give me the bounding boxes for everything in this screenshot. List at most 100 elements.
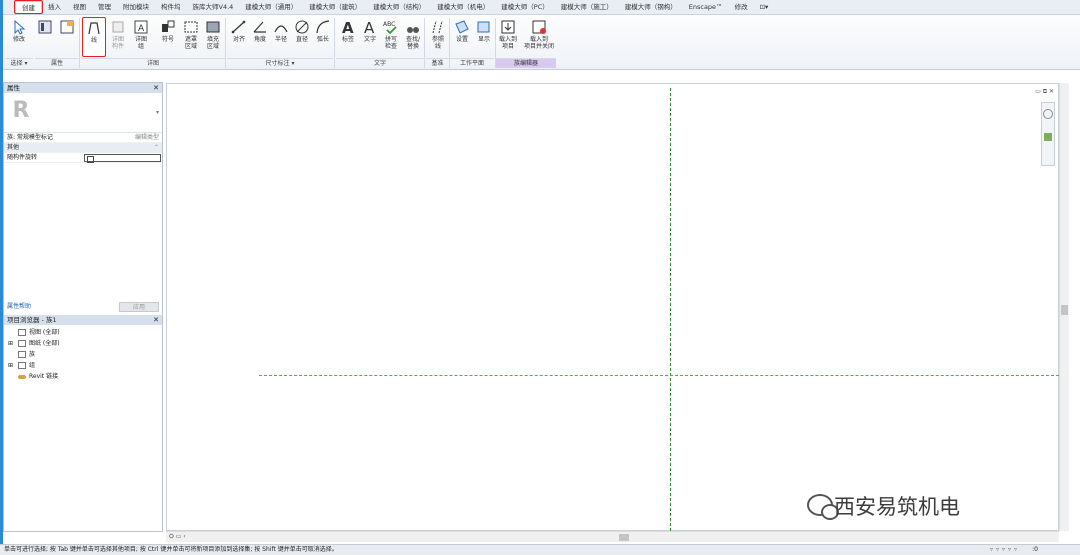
reference-line-label: 参照 线 [431, 36, 444, 50]
aligned-dimension-icon [231, 20, 246, 34]
diameter-icon [295, 20, 309, 34]
apply-button[interactable]: 应用 [119, 302, 159, 312]
tree-label: 组 [29, 362, 36, 369]
tree-label: 族 [29, 351, 36, 358]
tab-modeling-architecture[interactable]: 建模大师（建筑） [303, 1, 367, 14]
set-label: 设置 [455, 36, 468, 43]
tab-modeling-pc[interactable]: 建模大师（PC） [495, 1, 554, 14]
close-icon[interactable]: ✕ [153, 83, 159, 93]
angular-label: 角度 [253, 36, 266, 43]
load-into-project-close-button[interactable]: 载入到 项目并关闭 [522, 17, 556, 57]
panel-dimension[interactable]: 尺寸标注 ▾ [227, 58, 333, 68]
navigation-bar[interactable] [1041, 102, 1055, 166]
properties-header: 属性 ✕ [4, 83, 162, 93]
tree-item-groups[interactable]: ⊞ 组 [4, 360, 162, 371]
tab-modeling-mep[interactable]: 建模大师（机电） [431, 1, 495, 14]
line-button[interactable]: 线 [82, 17, 106, 57]
separator [334, 18, 335, 68]
panel-family-editor: 族编辑器 [496, 58, 556, 68]
spellcheck-icon: ABC [383, 21, 397, 35]
tab-view[interactable]: 视图 [67, 1, 92, 14]
masking-region-label: 遮罩 区域 [184, 36, 197, 50]
reference-line-button[interactable]: 参照 线 [426, 17, 450, 57]
properties-help-link[interactable]: 属性帮助 [7, 303, 31, 310]
masking-region-button[interactable]: 遮罩 区域 [179, 17, 203, 57]
selection-filter-icons[interactable]: ▿▿▿▿▿ [990, 545, 1020, 555]
tab-component-dock[interactable]: 构件坞 [155, 1, 187, 14]
zoom-icon[interactable] [1044, 133, 1052, 141]
tab-enscape[interactable]: Enscape™ [683, 1, 729, 14]
tab-family-library[interactable]: 族库大师V4.4 [187, 1, 240, 14]
tab-create[interactable]: 创建 [14, 0, 43, 14]
reference-plane-horizontal[interactable] [259, 375, 1059, 376]
radial-label: 半径 [274, 36, 287, 43]
horizontal-scrollbar[interactable]: ⛭ ▭ ‹ [166, 531, 1059, 542]
separator [79, 18, 80, 68]
tree-item-views[interactable]: 视图 (全部) [4, 327, 162, 338]
arc-length-dimension-button[interactable]: 弧长 [311, 17, 335, 57]
properties-button[interactable] [35, 17, 55, 57]
tab-modeling-structure[interactable]: 建模大师（结构） [367, 1, 431, 14]
tab-insert[interactable]: 插入 [42, 1, 67, 14]
detail-group-button[interactable]: A 详图 组 [129, 17, 153, 57]
load-into-project-button[interactable]: 载入到 项目 [496, 17, 520, 57]
svg-text:A: A [342, 19, 354, 35]
expander[interactable]: ⊞ [8, 338, 13, 349]
close-icon[interactable]: ✕ [153, 315, 159, 325]
expander[interactable]: ⊞ [8, 360, 13, 371]
tab-modeling-construction[interactable]: 建模大师（施工） [555, 1, 619, 14]
arc-length-label: 弧长 [316, 36, 329, 43]
separator [424, 18, 425, 68]
text-a-icon: A [364, 19, 375, 35]
type-properties-button[interactable] [57, 17, 77, 57]
spelling-button[interactable]: ABC 拼写 检查 [379, 17, 403, 57]
tree-item-revit-links[interactable]: Revit 链接 [4, 371, 162, 382]
symbol-button[interactable]: 符号 [156, 17, 180, 57]
radius-icon [274, 25, 288, 33]
filled-region-icon [206, 21, 220, 33]
tab-options[interactable]: ⊡▾ [754, 1, 775, 14]
scroll-thumb[interactable] [1061, 305, 1068, 315]
tab-modeling-steel[interactable]: 建模大师（钢构） [619, 1, 683, 14]
view-window-controls[interactable]: ▭ ⧉ ✕ [1035, 88, 1054, 96]
grid-plane-icon [455, 20, 469, 34]
svg-text:ABC: ABC [383, 21, 395, 28]
detail-component-button[interactable]: 详图 构件 [106, 17, 130, 57]
modify-button[interactable]: 修改 [7, 17, 31, 57]
view-control-icons[interactable]: ⛭ ▭ ‹ [169, 533, 186, 541]
edit-type-button[interactable]: 编辑类型 [135, 133, 159, 143]
reference-line-icon [432, 20, 443, 34]
tree-item-sheets[interactable]: ⊞ 图纸 (全部) [4, 338, 162, 349]
label-button[interactable]: A 标签 [336, 17, 360, 57]
rotate-checkbox[interactable] [84, 154, 161, 163]
panel-select[interactable]: 选择 ▾ [5, 58, 33, 68]
drawing-canvas[interactable]: ▭ ⧉ ✕ 西安易筑机电 [166, 83, 1059, 531]
reference-plane-vertical[interactable] [670, 88, 671, 531]
scroll-thumb[interactable] [619, 534, 629, 541]
show-workplane-button[interactable]: 显示 [472, 17, 496, 57]
tree-item-families[interactable]: 族 [4, 349, 162, 360]
detail-component-icon [112, 21, 124, 33]
link-icon [18, 374, 26, 379]
tab-modify[interactable]: 修改 [729, 1, 754, 14]
type-selector[interactable]: R ▾ [4, 93, 162, 133]
section-other[interactable]: 其他 ⌃ [4, 143, 162, 153]
tab-modeling-general[interactable]: 建模大师（通用） [239, 1, 303, 14]
steering-wheel-icon[interactable] [1043, 109, 1053, 119]
filled-region-button[interactable]: 填充 区域 [201, 17, 225, 57]
load-close-label: 载入到 项目并关闭 [523, 36, 554, 50]
sheets-icon [18, 340, 26, 347]
vertical-scrollbar[interactable] [1059, 83, 1069, 531]
show-plane-icon [477, 21, 490, 33]
collapse-icon[interactable]: ⌃ [154, 143, 159, 153]
tab-addins[interactable]: 附加模块 [117, 1, 155, 14]
find-replace-button[interactable]: 查找/ 替换 [401, 17, 425, 57]
tab-manage[interactable]: 管理 [92, 1, 117, 14]
ribbon: 修改 线 详图 构件 A 详图 组 符号 遮罩 区域 填充 区域 对齐 角度 半… [3, 15, 1080, 70]
project-browser-tree: 视图 (全部) ⊞ 图纸 (全部) 族 ⊞ 组 Revit 链接 [4, 327, 162, 382]
aligned-label: 对齐 [232, 36, 245, 43]
set-workplane-button[interactable]: 设置 [450, 17, 474, 57]
family-type-row[interactable]: 族: 常规模型标记 编辑类型 [4, 133, 162, 143]
label-a-icon: A [342, 19, 354, 35]
chevron-down-icon[interactable]: ▾ [156, 109, 159, 116]
